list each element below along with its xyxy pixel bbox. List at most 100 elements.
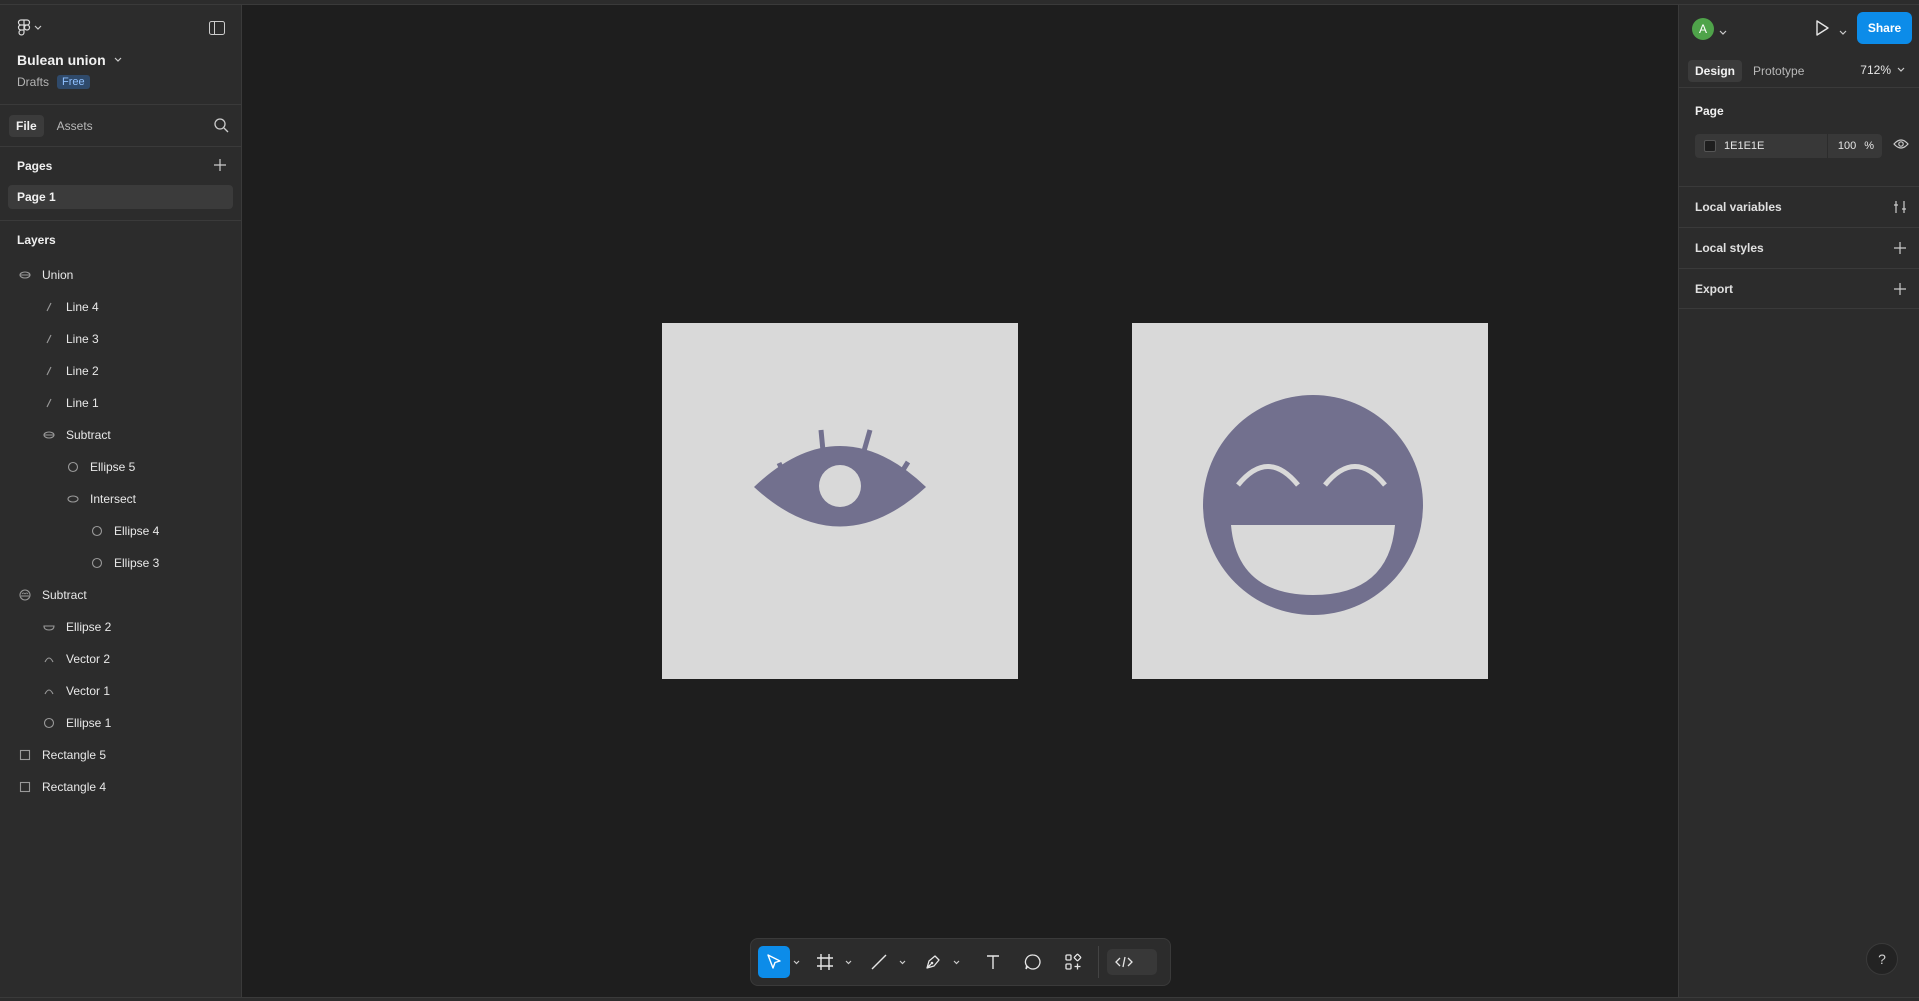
dev-mode-toggle[interactable] — [1107, 949, 1157, 975]
layer-row[interactable]: Vector 1 — [0, 675, 241, 707]
play-icon — [1816, 20, 1829, 36]
toggle-visibility-button[interactable] — [1893, 138, 1909, 153]
add-export-button[interactable] — [1893, 282, 1907, 299]
tab-file[interactable]: File — [9, 114, 44, 137]
main-menu-button[interactable] — [17, 19, 42, 37]
add-style-button[interactable] — [1893, 241, 1907, 258]
comment-tool-button[interactable] — [1016, 946, 1050, 978]
layer-row[interactable]: Line 3 — [0, 323, 241, 355]
text-icon — [987, 955, 999, 969]
boolean-icon — [42, 428, 56, 442]
local-variables-label: Local variables — [1695, 200, 1782, 214]
layer-row[interactable]: Ellipse 5 — [0, 451, 241, 483]
vector-icon — [42, 684, 56, 698]
layer-label: Ellipse 1 — [66, 716, 112, 730]
pen-tool-button[interactable] — [916, 946, 950, 978]
layer-row[interactable]: Ellipse 1 — [0, 707, 241, 739]
frame-tool-menu[interactable] — [842, 960, 854, 965]
chevron-down-icon — [1839, 30, 1847, 35]
layer-row[interactable]: Subtract — [0, 579, 241, 611]
share-button[interactable]: Share — [1857, 12, 1912, 44]
layer-row[interactable]: Ellipse 4 — [0, 515, 241, 547]
color-swatch[interactable] — [1704, 140, 1716, 152]
avatar-menu[interactable] — [1719, 24, 1727, 39]
chevron-down-icon — [793, 960, 799, 964]
pages-header: Pages — [0, 147, 241, 185]
layer-row[interactable]: Vector 2 — [0, 643, 241, 675]
avatar[interactable]: A — [1692, 18, 1714, 40]
layer-row[interactable]: Rectangle 5 — [0, 739, 241, 771]
local-variables-button[interactable] — [1893, 200, 1907, 217]
sidebar-toggle-button[interactable] — [209, 21, 225, 38]
smiley-frame[interactable] — [1132, 323, 1488, 679]
layer-row[interactable]: Rectangle 4 — [0, 771, 241, 803]
tab-prototype[interactable]: Prototype — [1746, 60, 1811, 82]
layer-row[interactable]: Intersect — [0, 483, 241, 515]
layer-row[interactable]: Line 4 — [0, 291, 241, 323]
vector-icon — [42, 652, 56, 666]
line-icon — [42, 364, 56, 378]
local-styles-row[interactable]: Local styles — [1679, 227, 1919, 268]
text-tool-button[interactable] — [976, 946, 1010, 978]
layer-label: Line 4 — [66, 300, 99, 314]
move-tool-button[interactable] — [758, 946, 790, 978]
shape-tool-menu[interactable] — [896, 960, 908, 965]
present-menu[interactable] — [1839, 24, 1847, 39]
layer-row[interactable]: Ellipse 2 — [0, 611, 241, 643]
present-button[interactable] — [1814, 19, 1830, 40]
layer-row[interactable]: Union — [0, 259, 241, 291]
layer-row[interactable]: Line 1 — [0, 387, 241, 419]
local-variables-row[interactable]: Local variables — [1679, 186, 1919, 227]
actions-tool-button[interactable] — [1056, 946, 1090, 978]
zoom-dropdown[interactable]: 712% — [1860, 63, 1905, 77]
zoom-level: 712% — [1860, 63, 1891, 77]
add-page-button[interactable] — [213, 158, 227, 175]
file-name[interactable]: Bulean union — [17, 52, 122, 68]
eye-frame[interactable] — [662, 323, 1018, 679]
local-styles-label: Local styles — [1695, 241, 1764, 255]
drafts-label[interactable]: Drafts — [17, 75, 49, 89]
export-row[interactable]: Export — [1679, 268, 1919, 309]
left-panel: Bulean union Drafts Free File Assets Pag… — [0, 5, 242, 997]
tab-assets[interactable]: Assets — [50, 115, 100, 137]
rectangle-icon — [18, 748, 32, 762]
plus-icon — [1894, 242, 1906, 254]
right-header: A Share — [1679, 5, 1919, 54]
move-tool-menu[interactable] — [790, 960, 802, 965]
line-icon — [42, 396, 56, 410]
help-button[interactable]: ? — [1866, 943, 1898, 975]
layer-label: Line 1 — [66, 396, 99, 410]
layer-label: Line 2 — [66, 364, 99, 378]
layer-row[interactable]: Subtract — [0, 419, 241, 451]
tab-design[interactable]: Design — [1688, 59, 1743, 82]
layer-label: Ellipse 4 — [114, 524, 160, 538]
chevron-down-icon — [114, 57, 122, 62]
chevron-down-icon — [899, 960, 905, 964]
layer-row[interactable]: Line 2 — [0, 355, 241, 387]
ellipse-icon — [90, 524, 104, 538]
right-tabs: Design Prototype 712% — [1679, 54, 1919, 88]
window-bottom-strip — [0, 997, 1919, 1001]
chevron-down-icon — [34, 25, 42, 30]
export-label: Export — [1695, 281, 1734, 296]
layer-label: Rectangle 4 — [42, 780, 107, 794]
page-color-field[interactable]: 1E1E1E 100 % — [1695, 134, 1882, 158]
search-icon — [214, 118, 229, 133]
search-button[interactable] — [213, 117, 229, 136]
layer-label: Vector 1 — [66, 684, 111, 698]
frame-tool-button[interactable] — [808, 946, 842, 978]
page-opacity-field[interactable]: 100 % — [1826, 134, 1882, 158]
pen-icon — [926, 955, 940, 969]
layer-row[interactable]: Ellipse 3 — [0, 547, 241, 579]
layer-label: Ellipse 5 — [90, 460, 136, 474]
layer-label: Ellipse 3 — [114, 556, 160, 570]
page-item[interactable]: Page 1 — [8, 185, 233, 209]
line-tool-button[interactable] — [862, 946, 896, 978]
page-color-hex[interactable]: 1E1E1E — [1724, 140, 1827, 152]
layer-label: Subtract — [42, 588, 87, 602]
pen-tool-menu[interactable] — [950, 960, 962, 965]
pages-title: Pages — [17, 159, 53, 173]
canvas[interactable] — [242, 5, 1678, 997]
sidebar-icon — [209, 21, 225, 35]
code-icon — [1115, 956, 1133, 968]
